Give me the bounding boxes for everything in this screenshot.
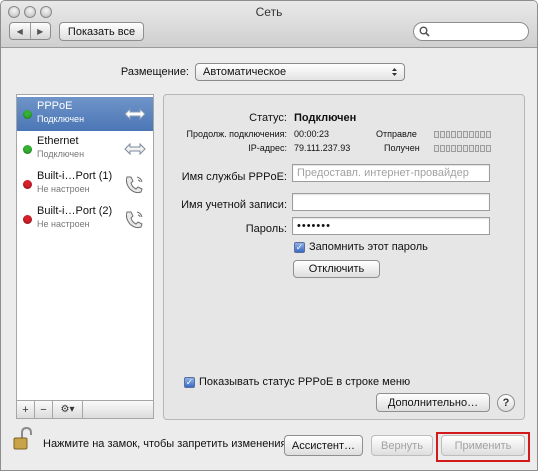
remove-service-button[interactable]: − xyxy=(35,401,53,418)
password-input[interactable]: ••••••• xyxy=(292,217,490,235)
service-status: Не настроен xyxy=(37,184,90,194)
network-preferences-window: Сеть ◀ ▶ Показать все Размещение: Автома… xyxy=(0,0,538,471)
location-label: Размещение: xyxy=(120,66,189,78)
add-service-button[interactable]: + xyxy=(17,401,35,418)
location-select[interactable]: Автоматическое xyxy=(195,63,405,81)
service-name-input[interactable]: Предоставл. интернет-провайдер xyxy=(292,164,490,182)
title-bar: Сеть ◀ ▶ Показать все xyxy=(1,1,537,48)
revert-button[interactable]: Вернуть xyxy=(371,435,433,456)
account-name-input[interactable] xyxy=(292,193,490,211)
highlight-box xyxy=(436,432,530,462)
service-status: Подключен xyxy=(37,149,85,159)
remember-password-label: Запомнить этот пароль xyxy=(309,241,428,253)
show-status-checkbox[interactable]: ✓ xyxy=(184,377,195,388)
disconnect-button[interactable]: Отключить xyxy=(293,260,380,278)
service-item-pppoe[interactable]: PPPoE Подключен xyxy=(17,97,153,131)
status-dot-icon xyxy=(23,215,32,224)
service-name: Built-i…Port (2) xyxy=(37,205,113,217)
received-meter xyxy=(434,145,491,152)
back-arrow-icon[interactable]: ◀ xyxy=(10,23,30,39)
service-name: Built-i…Port (1) xyxy=(37,170,113,182)
password-label: Пароль: xyxy=(245,223,287,235)
phone-modem-icon xyxy=(125,211,143,229)
service-item-builtin-port-1[interactable]: Built-i…Port (1) Не настроен xyxy=(17,167,153,201)
service-status: Подключен xyxy=(37,114,85,124)
service-list: PPPoE Подключен Ethernet Подключен Built… xyxy=(16,94,154,401)
assistant-button[interactable]: Ассистент… xyxy=(284,435,363,456)
ip-value: 79.111.237.93 xyxy=(294,143,351,153)
received-label: Получен xyxy=(384,143,420,153)
status-dot-icon xyxy=(23,180,32,189)
phone-modem-icon xyxy=(125,176,143,194)
status-label: Статус: xyxy=(249,112,287,124)
search-field[interactable] xyxy=(413,22,529,41)
back-forward-buttons: ◀ ▶ xyxy=(9,22,51,40)
lock-hint-text: Нажмите на замок, чтобы запретить измене… xyxy=(43,438,290,450)
chevron-up-down-icon xyxy=(392,68,397,76)
forward-arrow-icon[interactable]: ▶ xyxy=(29,23,51,39)
show-status-label: Показывать статус PPPoE в строке меню xyxy=(199,376,411,388)
service-name-label: Имя службы PPPoE: xyxy=(181,171,287,183)
service-details-panel: Статус: Подключен Продолж. подключения: … xyxy=(163,94,525,420)
network-arrows-icon xyxy=(124,142,146,156)
status-dot-icon xyxy=(23,145,32,154)
status-value: Подключен xyxy=(294,112,357,124)
service-status: Не настроен xyxy=(37,219,90,229)
gear-icon[interactable]: ⚙▾ xyxy=(53,401,83,418)
status-dot-icon xyxy=(23,110,32,119)
window-title: Сеть xyxy=(255,5,283,19)
search-icon xyxy=(419,26,430,37)
service-name: Ethernet xyxy=(37,135,79,147)
service-item-builtin-port-2[interactable]: Built-i…Port (2) Не настроен xyxy=(17,202,153,236)
remember-password-checkbox[interactable]: ✓ xyxy=(294,242,305,253)
advanced-button[interactable]: Дополнительно… xyxy=(376,393,490,412)
service-name-placeholder: Предоставл. интернет-провайдер xyxy=(297,167,469,179)
service-name: PPPoE xyxy=(37,100,73,112)
network-arrows-icon xyxy=(124,107,146,121)
unlocked-padlock-icon[interactable] xyxy=(13,427,33,451)
help-button[interactable]: ? xyxy=(497,394,515,412)
duration-label: Продолж. подключения: xyxy=(186,129,287,139)
service-item-ethernet[interactable]: Ethernet Подключен xyxy=(17,132,153,166)
account-name-label: Имя учетной записи: xyxy=(181,199,287,211)
service-list-toolbar: + − ⚙▾ xyxy=(16,401,154,419)
ip-label: IP-адрес: xyxy=(248,143,287,153)
duration-value: 00:00:23 xyxy=(294,129,330,139)
sent-label: Отправле xyxy=(376,129,417,139)
location-value: Автоматическое xyxy=(203,66,287,78)
show-all-button[interactable]: Показать все xyxy=(59,22,144,41)
sent-meter xyxy=(434,131,491,138)
